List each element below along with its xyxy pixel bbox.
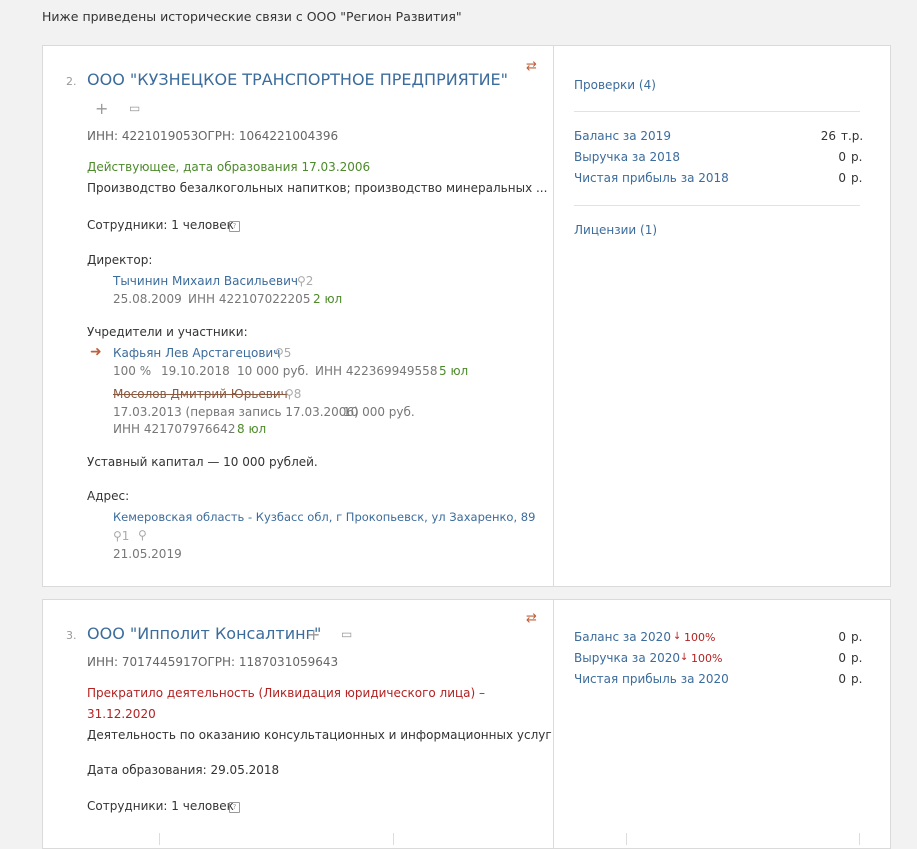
founder-2-date: 17.03.2013 (первая запись 17.03.2006) <box>113 405 359 419</box>
founder-1-name-link[interactable]: Кафьян Лев Арстагецович <box>113 346 280 360</box>
finance-value: 0 <box>838 171 846 185</box>
company-card-2-main: 3. ООО "Ипполит Консалтинг" + ▭ ⇄ ИНН: 7… <box>43 600 554 848</box>
director-name-link[interactable]: Тычинин Михаил Васильевич <box>113 274 298 288</box>
founder-1-count: 5 <box>283 346 292 360</box>
inn-text: ИНН: 4221019053 <box>87 129 199 143</box>
finance-change: 100% <box>684 631 716 644</box>
comment-icon[interactable]: ▭ <box>341 627 352 641</box>
divider <box>626 833 627 845</box>
finance-unit: т.р. <box>841 129 864 143</box>
director-ul-link[interactable]: 2 юл <box>313 292 342 306</box>
finance-link-balance[interactable]: Баланс за 2019 <box>574 129 671 143</box>
founder-1-date: 19.10.2018 <box>161 364 230 378</box>
founder-1-amount: 10 000 руб. <box>237 364 309 378</box>
card-number: 3. <box>66 629 77 642</box>
checks-link[interactable]: Проверки (4) <box>574 78 656 92</box>
search-icon: ⚲ <box>297 274 306 288</box>
search-icon: ⚲ <box>285 387 294 401</box>
finance-link-profit[interactable]: Чистая прибыль за 2020 <box>574 672 729 686</box>
map-pin-icon[interactable]: ⚲ <box>138 528 147 542</box>
capital-text: Уставный капитал — 10 000 рублей. <box>87 455 318 469</box>
finance-unit: р. <box>851 171 863 185</box>
founder-1-search-count[interactable]: ⚲5 <box>275 346 291 360</box>
founder-1-share: 100 % <box>113 364 152 378</box>
divider <box>393 833 394 845</box>
finance-link-profit[interactable]: Чистая прибыль за 2018 <box>574 171 729 185</box>
address-label: Адрес: <box>87 489 130 503</box>
address-link[interactable]: Кемеровская область - Кузбасс обл, г Про… <box>113 510 535 524</box>
status-closed-date: 31.12.2020 <box>87 707 156 721</box>
help-icon[interactable]: ? <box>229 221 240 232</box>
add-icon[interactable]: + <box>307 625 320 644</box>
founder-2-count: 8 <box>293 387 302 401</box>
finance-value: 26 <box>820 129 836 143</box>
address-count: 1 <box>121 529 130 543</box>
employees-text: Сотрудники: 1 человек <box>87 799 234 813</box>
director-label: Директор: <box>87 253 153 267</box>
company-card-1-main: 2. ООО "КУЗНЕЦКОЕ ТРАНСПОРТНОЕ ПРЕДПРИЯТ… <box>43 46 554 586</box>
director-date: 25.08.2009 <box>113 292 182 306</box>
company-card-2: 3. ООО "Ипполит Консалтинг" + ▭ ⇄ ИНН: 7… <box>42 599 891 849</box>
ogrn-text: ОГРН: 1187031059643 <box>198 655 339 669</box>
company-title-link[interactable]: ООО "Ипполит Консалтинг" <box>87 624 321 643</box>
address-search-count[interactable]: ⚲1 <box>113 529 129 543</box>
company-card-1: 2. ООО "КУЗНЕЦКОЕ ТРАНСПОРТНОЕ ПРЕДПРИЯТ… <box>42 45 891 587</box>
founder-1-ul-link[interactable]: 5 юл <box>439 364 468 378</box>
company-card-2-side: Баланс за 2020 ↓ 100% 0 р. Выручка за 20… <box>554 600 890 848</box>
employees-text: Сотрудники: 1 человек <box>87 218 234 232</box>
finance-value: 0 <box>838 630 846 644</box>
finance-unit: р. <box>851 630 863 644</box>
finance-value: 0 <box>838 651 846 665</box>
help-icon[interactable]: ? <box>229 802 240 813</box>
finance-value: 0 <box>838 672 846 686</box>
company-title-link[interactable]: ООО "КУЗНЕЦКОЕ ТРАНСПОРТНОЕ ПРЕДПРИЯТИЕ" <box>87 70 508 89</box>
search-icon: ⚲ <box>113 529 122 543</box>
arrow-right-icon: ➜ <box>90 344 102 360</box>
founder-2-ul-link[interactable]: 8 юл <box>237 422 266 436</box>
founder-2-search-count[interactable]: ⚲8 <box>285 387 301 401</box>
founded-text: Дата образования: 29.05.2018 <box>87 763 280 777</box>
finance-link-balance[interactable]: Баланс за 2020 <box>574 630 671 644</box>
divider <box>859 833 860 845</box>
swap-icon[interactable]: ⇄ <box>526 59 537 74</box>
licenses-link[interactable]: Лицензии (1) <box>574 223 657 237</box>
add-icon[interactable]: + <box>95 99 108 118</box>
status-closed: Прекратило деятельность (Ликвидация юрид… <box>87 686 486 700</box>
finance-link-revenue[interactable]: Выручка за 2018 <box>574 150 680 164</box>
status-active: Действующее, дата образования 17.03.2006 <box>87 160 371 174</box>
founder-2-amount: 10 000 руб. <box>343 405 415 419</box>
founders-label: Учредители и участники: <box>87 325 248 339</box>
comment-icon[interactable]: ▭ <box>129 101 140 115</box>
search-icon: ⚲ <box>275 346 284 360</box>
inn-text: ИНН: 7017445917 <box>87 655 199 669</box>
intro-text: Ниже приведены исторические связи с ООО … <box>42 9 462 24</box>
finance-value: 0 <box>838 150 846 164</box>
divider <box>574 111 860 112</box>
founder-2-name-link[interactable]: Мосолов Дмитрий Юрьевич <box>113 387 288 401</box>
finance-unit: р. <box>851 150 863 164</box>
arrow-down-icon: ↓ <box>680 652 689 663</box>
director-count: 2 <box>305 274 314 288</box>
card-number: 2. <box>66 75 77 88</box>
finance-link-revenue[interactable]: Выручка за 2020 <box>574 651 680 665</box>
address-date: 21.05.2019 <box>113 547 182 561</box>
ogrn-text: ОГРН: 1064221004396 <box>198 129 339 143</box>
founder-1-inn: ИНН 422369949558 <box>315 364 438 378</box>
finance-unit: р. <box>851 651 863 665</box>
swap-icon[interactable]: ⇄ <box>526 611 537 626</box>
founder-2-inn: ИНН 421707976642 <box>113 422 236 436</box>
finance-unit: р. <box>851 672 863 686</box>
divider <box>159 833 160 845</box>
director-search-count[interactable]: ⚲2 <box>297 274 313 288</box>
arrow-down-icon: ↓ <box>673 631 682 642</box>
activity-text: Производство безалкогольных напитков; пр… <box>87 181 548 195</box>
finance-change: 100% <box>691 652 723 665</box>
divider <box>574 205 860 206</box>
activity-text: Деятельность по оказанию консультационны… <box>87 728 552 742</box>
director-inn: ИНН 422107022205 <box>188 292 311 306</box>
company-card-1-side: Проверки (4) Баланс за 2019 26 т.р. Выру… <box>554 46 890 586</box>
